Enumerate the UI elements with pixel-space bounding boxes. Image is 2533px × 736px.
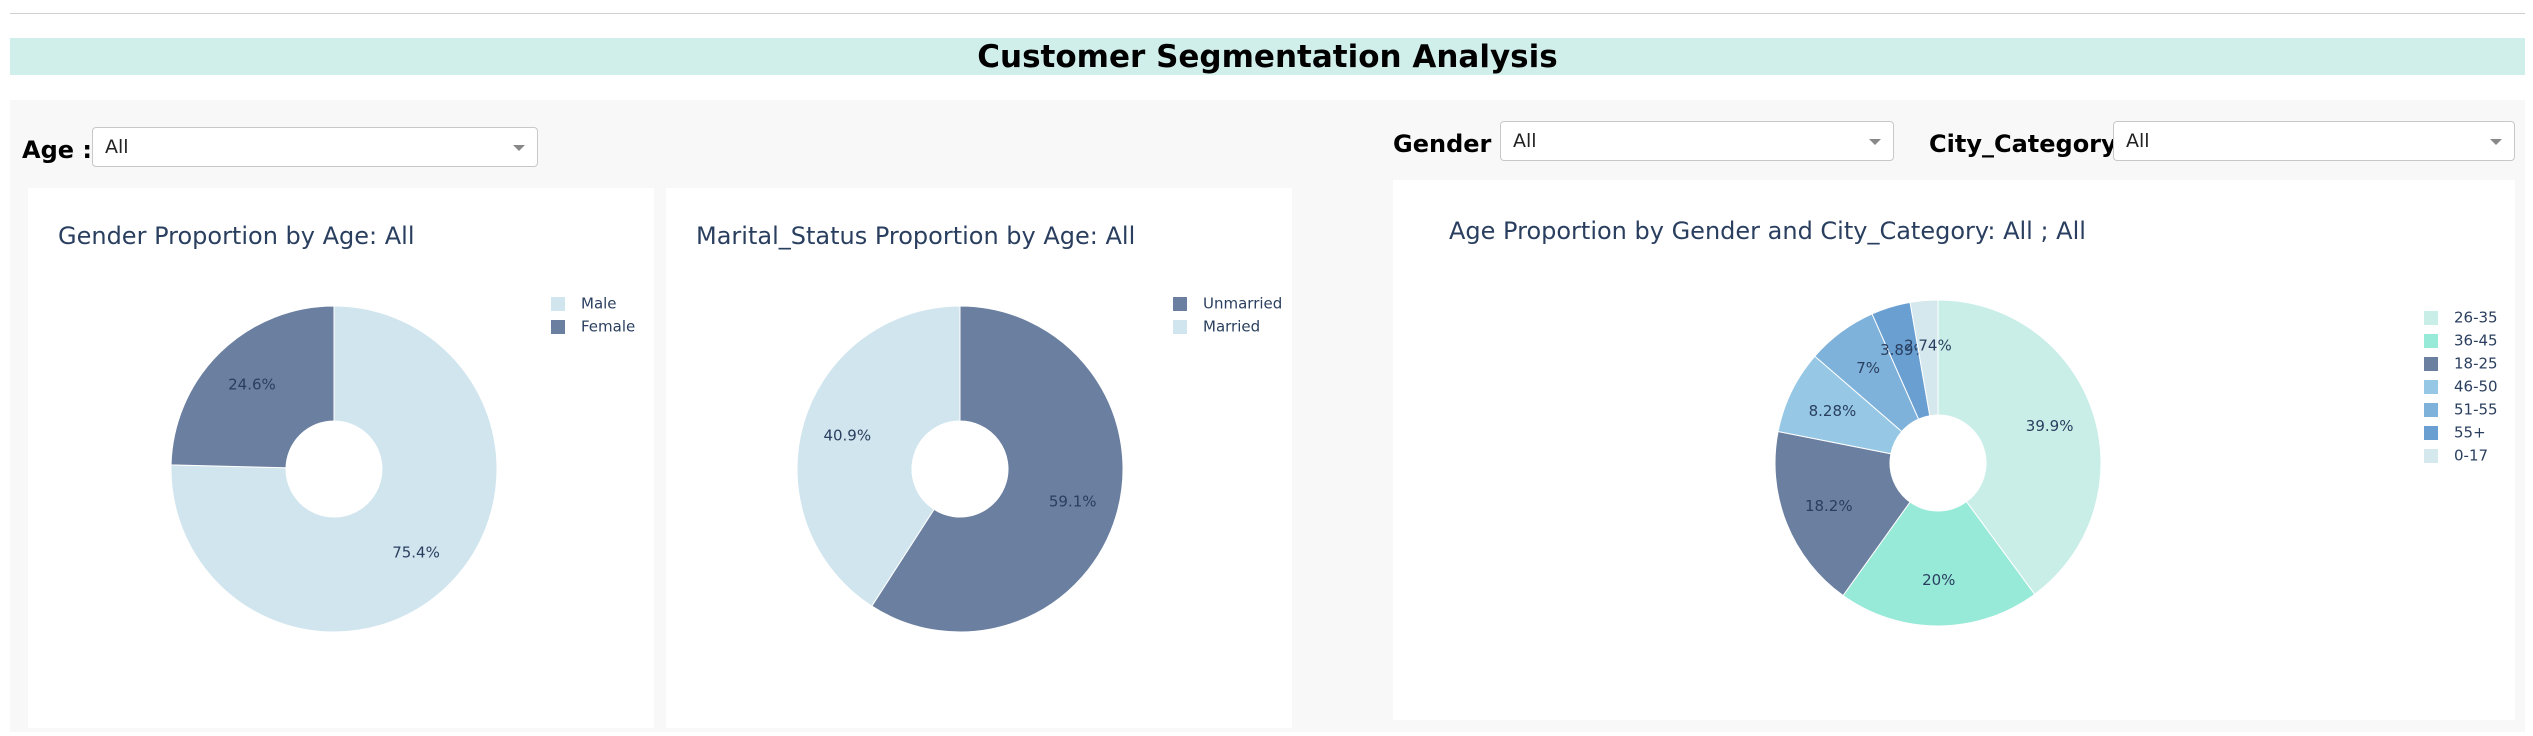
- legend-label[interactable]: Unmarried: [1203, 295, 1282, 313]
- legend-swatch[interactable]: [1173, 320, 1187, 334]
- title-banner: Customer Segmentation Analysis: [10, 38, 2525, 75]
- legend-swatch[interactable]: [551, 320, 565, 334]
- legend-swatch[interactable]: [2424, 357, 2438, 371]
- slice-label: 24.6%: [228, 375, 276, 393]
- slice-label: 2.74%: [1904, 336, 1952, 354]
- age-filter-label: Age :: [22, 136, 92, 164]
- legend-swatch[interactable]: [2424, 426, 2438, 440]
- legend-label[interactable]: 55+: [2454, 424, 2486, 442]
- legend-label[interactable]: 51-55: [2454, 401, 2498, 419]
- slice-label: 40.9%: [823, 426, 871, 444]
- legend-label[interactable]: Male: [581, 295, 617, 313]
- slice-label: 7%: [1856, 359, 1880, 377]
- slice-label: 18.2%: [1805, 497, 1853, 515]
- page-title: Customer Segmentation Analysis: [977, 38, 1558, 75]
- legend-swatch[interactable]: [2424, 403, 2438, 417]
- legend-label[interactable]: 36-45: [2454, 332, 2498, 350]
- chevron-down-icon: [513, 145, 525, 151]
- city-dropdown-value: All: [2126, 130, 2150, 152]
- legend-swatch[interactable]: [2424, 311, 2438, 325]
- slice-label: 75.4%: [392, 544, 440, 562]
- legend-label[interactable]: 0-17: [2454, 447, 2488, 465]
- age-dropdown[interactable]: All: [92, 127, 538, 167]
- legend-swatch[interactable]: [2424, 334, 2438, 348]
- age-chart-card: Age Proportion by Gender and City_Catego…: [1393, 180, 2515, 720]
- chevron-down-icon: [1869, 139, 1881, 145]
- dashboard-panel: Age : All Gender : All City_Category : A…: [10, 100, 2525, 732]
- legend-label[interactable]: 46-50: [2454, 378, 2498, 396]
- city-filter-label: City_Category :: [1929, 130, 2135, 158]
- legend-swatch[interactable]: [2424, 380, 2438, 394]
- age-pie-chart: 39.9%20%18.2%8.28%7%3.89%2.74%26-3536-45…: [1774, 299, 2498, 627]
- legend-label[interactable]: Female: [581, 318, 635, 336]
- top-divider: [10, 13, 2525, 14]
- legend-swatch[interactable]: [551, 297, 565, 311]
- legend-label[interactable]: 18-25: [2454, 355, 2498, 373]
- legend-swatch[interactable]: [1173, 297, 1187, 311]
- slice-label: 59.1%: [1049, 493, 1097, 511]
- city-dropdown[interactable]: All: [2113, 121, 2515, 161]
- slice-label: 39.9%: [2026, 417, 2074, 435]
- legend-label[interactable]: Married: [1203, 318, 1260, 336]
- marital-pie-chart: 59.1% 40.9% Unmarried Married: [796, 295, 1282, 633]
- chevron-down-icon: [2490, 139, 2502, 145]
- gender-dropdown[interactable]: All: [1500, 121, 1894, 161]
- age-dropdown-value: All: [105, 136, 129, 158]
- gender-filter-label: Gender :: [1393, 130, 1510, 158]
- legend-swatch[interactable]: [2424, 449, 2438, 463]
- gender-dropdown-value: All: [1513, 130, 1537, 152]
- gender-chart-card: Gender Proportion by Age: All 75.4% 24.6%…: [28, 188, 654, 728]
- slice-label: 20%: [1922, 571, 1955, 589]
- marital-chart-card: Marital_Status Proportion by Age: All 59…: [666, 188, 1292, 728]
- gender-pie-chart: 75.4% 24.6% Male Female: [170, 295, 635, 633]
- slice-label: 8.28%: [1809, 402, 1857, 420]
- legend-label[interactable]: 26-35: [2454, 309, 2498, 327]
